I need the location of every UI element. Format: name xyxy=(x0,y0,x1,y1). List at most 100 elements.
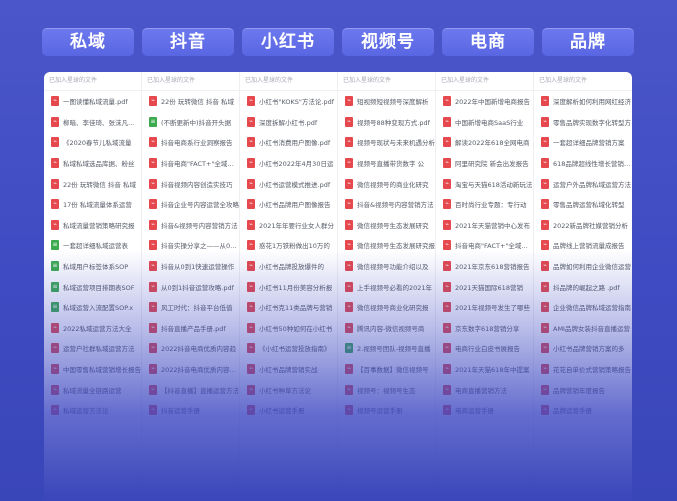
file-row[interactable]: ⌁ 小红书50种如何在小红书 xyxy=(240,318,337,339)
file-row[interactable]: ⌁ 抖音电商"FACT+"全域经营 xyxy=(142,153,239,174)
file-row[interactable]: ⌁ 《2020春节儿私域流量 xyxy=(44,132,141,153)
file-row[interactable]: ⌁ 抖音实操分享之——从0到1 xyxy=(142,235,239,256)
file-row[interactable]: ⌁ 深度解析如何利用网红经济 xyxy=(534,91,632,112)
file-row[interactable]: ⌁ 运营户外品牌私域运营方法 xyxy=(534,173,632,194)
file-row[interactable]: ⌁ 视频号运营手册 xyxy=(338,400,435,421)
file-row[interactable]: ≡ 一套超详细私域运营表 xyxy=(44,235,141,256)
file-row[interactable]: ⌁ 微信视频号生态发展研究报 xyxy=(338,235,435,256)
file-row[interactable]: ⌁ 视频号88种变现方式.pdf xyxy=(338,112,435,133)
file-row[interactable]: ⌁ 解读2022年618全网电商 xyxy=(436,132,533,153)
file-row[interactable]: ≡ 私域用户标签体系SOP xyxy=(44,256,141,277)
file-row[interactable]: ⌁ 小红书消费用户图像.pdf xyxy=(240,132,337,153)
file-row[interactable]: ⌁ 《小红书运营投放指南》 xyxy=(240,338,337,359)
file-row[interactable]: ⌁ 2021年京东618营销报告 xyxy=(436,256,533,277)
file-row[interactable]: ⌁ 私域流量营销策略研究报 xyxy=(44,215,141,236)
file-row[interactable]: ⌁ 惑花1万铁粉做出10万的 xyxy=(240,235,337,256)
file-row[interactable]: ⌁ 2021年年要行业女人群分 xyxy=(240,215,337,236)
file-row[interactable]: ⌁ 花花自单价式营销策略报告 xyxy=(534,359,632,380)
file-row[interactable]: ⌁ 抖音从0到1快速运营操作 xyxy=(142,256,239,277)
file-row[interactable]: ⌁ 2021年视频号发生了哪些 xyxy=(436,297,533,318)
file-row[interactable]: ⌁ 一套超详细品牌营销方案 xyxy=(534,132,632,153)
file-row[interactable]: ⌁ 17份 私域流量体系运营 xyxy=(44,194,141,215)
file-row[interactable]: ≡ (不断更新中)抖音开头据 xyxy=(142,112,239,133)
file-row[interactable]: ⌁ 一图读懂私域流量.pdf xyxy=(44,91,141,112)
file-row[interactable]: ⌁ 企业微信品牌私域运营指南 xyxy=(534,297,632,318)
file-row[interactable]: ⌁ 百时尚行业专题：专行动 xyxy=(436,194,533,215)
file-row[interactable]: ⌁ 从0到1抖音运营攻略.pdf xyxy=(142,276,239,297)
file-row[interactable]: ⌁ 小红书运营手册 xyxy=(240,400,337,421)
file-row[interactable]: ⌁ 小红书克11类品牌与营销 xyxy=(240,297,337,318)
tab-private-domain[interactable]: 私域 xyxy=(42,28,134,56)
file-row[interactable]: ⌁ 微信视频号功能介绍以及 xyxy=(338,256,435,277)
file-row[interactable]: ⌁ 小红书11月份美容分析报 xyxy=(240,276,337,297)
file-row[interactable]: ≡ 2.视频号团队-视频号直播 xyxy=(338,338,435,359)
file-row[interactable]: ⌁ 中国零售私域营销增长报告 xyxy=(44,359,141,380)
file-row[interactable]: ⌁ 风工时代：抖音平台低值 xyxy=(142,297,239,318)
file-row[interactable]: ⌁ 抖音视频内容创造实技巧 xyxy=(142,173,239,194)
file-row[interactable]: ⌁ 抖品牌的崛起之路 .pdf xyxy=(534,276,632,297)
file-row[interactable]: ⌁ 小红书品牌营销实战 xyxy=(240,359,337,380)
file-row[interactable]: ⌁ 小红书种草方法论 xyxy=(240,379,337,400)
file-row[interactable]: ⌁ 【抖音直播】直播运营方法 xyxy=(142,379,239,400)
file-row[interactable]: ⌁ 小红书"KOKS"方法论.pdf xyxy=(240,91,337,112)
tab-ecommerce[interactable]: 电商 xyxy=(442,28,534,56)
file-row[interactable]: ⌁ 阿里研究院 新会出发报告 xyxy=(436,153,533,174)
file-row[interactable]: ⌁ 视频号直播带货数字 公 xyxy=(338,153,435,174)
file-row[interactable]: ⌁ 22份 玩转微信 抖音 私域 xyxy=(44,173,141,194)
file-row[interactable]: ⌁ 品牌运营手册 xyxy=(534,400,632,421)
file-row[interactable]: ⌁ 抖音企业号内容运营全攻略 xyxy=(142,194,239,215)
file-row[interactable]: ⌁ 电商运营手册 xyxy=(436,400,533,421)
file-row[interactable]: ⌁ 视频号：视频号生态 xyxy=(338,379,435,400)
file-row[interactable]: ⌁ 品牌营销年度报告 xyxy=(534,379,632,400)
file-row[interactable]: ⌁ 中国新增电商SaaS行业 xyxy=(436,112,533,133)
file-row[interactable]: ⌁ 柳暗、李佳琦、张沫凡... xyxy=(44,112,141,133)
file-row[interactable]: ⌁ 【百事数据】微信视频号 xyxy=(338,359,435,380)
file-row[interactable]: ⌁ 小红书品牌投放爆件的 xyxy=(240,256,337,277)
file-row[interactable]: ⌁ 电商行业白皮书展报告 xyxy=(436,338,533,359)
file-row[interactable]: ⌁ 2022抖音电商优质内容趋势 xyxy=(142,359,239,380)
file-row[interactable]: ⌁ 618品牌超线性增长营销报告 xyxy=(534,153,632,174)
file-row[interactable]: ⌁ 微信视频号的商业化研究 xyxy=(338,173,435,194)
file-row[interactable]: ⌁ AMI品牌女装抖音直播运营 xyxy=(534,318,632,339)
file-row[interactable]: ⌁ 抖音电商系行业洞察报告 xyxy=(142,132,239,153)
file-row[interactable]: ⌁ 抖音直播产品手册.pdf xyxy=(142,318,239,339)
file-row[interactable]: ⌁ 短视频短视频号深度解析 xyxy=(338,91,435,112)
file-row[interactable]: ⌁ 2021天猫国际618营销 xyxy=(436,276,533,297)
file-row[interactable]: ⌁ 电商直播营销方法 xyxy=(436,379,533,400)
file-row[interactable]: ⌁ 2021年天猫营销中心发布 xyxy=(436,215,533,236)
file-row[interactable]: ⌁ 零售品牌运营私域化转型 xyxy=(534,194,632,215)
file-row[interactable]: ⌁ 抖音运营手册 xyxy=(142,400,239,421)
file-row[interactable]: ⌁ 2021年天猫618年中提案 xyxy=(436,359,533,380)
file-row[interactable]: ⌁ 抖音&视频号内容营销方法 xyxy=(142,215,239,236)
file-row[interactable]: ⌁ 2022年中国新增电商报告 xyxy=(436,91,533,112)
file-row[interactable]: ⌁ 小红书运营模式推进.pdf xyxy=(240,173,337,194)
file-row[interactable]: ⌁ 抖音电商"FACT+"全域经营 xyxy=(436,235,533,256)
file-row[interactable]: ≡ 私域运营入流配置SOP.x xyxy=(44,297,141,318)
file-row[interactable]: ⌁ 小红书品牌营销方案的多 xyxy=(534,338,632,359)
tab-brand[interactable]: 品牌 xyxy=(542,28,634,56)
file-row[interactable]: ⌁ 2022私域运营方法大全 xyxy=(44,318,141,339)
file-row[interactable]: ⌁ 上手视频号必看的2021年 xyxy=(338,276,435,297)
file-row[interactable]: ⌁ 腾讯内容-微信视频号商 xyxy=(338,318,435,339)
file-row[interactable]: ⌁ 微信视频号商业化研究报 xyxy=(338,297,435,318)
file-row[interactable]: ⌁ 深度拆解小红书.pdf xyxy=(240,112,337,133)
file-row[interactable]: ⌁ 微信视频号生态发展研究 xyxy=(338,215,435,236)
file-row[interactable]: ⌁ 2022抖音电商优质内容趋 xyxy=(142,338,239,359)
tab-xiaohongshu[interactable]: 小红书 xyxy=(242,28,334,56)
file-row[interactable]: ⌁ 京东数字618营销分享 xyxy=(436,318,533,339)
tab-video-channel[interactable]: 视频号 xyxy=(342,28,434,56)
file-row[interactable]: ⌁ 22份 玩转微信 抖音 私域 xyxy=(142,91,239,112)
file-row[interactable]: ⌁ 品牌线上营销流量成报告 xyxy=(534,235,632,256)
file-row[interactable]: ⌁ 小红书2022年4月30日运 xyxy=(240,153,337,174)
file-row[interactable]: ⌁ 2022新品牌社媒营销分析 xyxy=(534,215,632,236)
file-row[interactable]: ⌁ 私域流量全链路运营 xyxy=(44,379,141,400)
file-row[interactable]: ⌁ 淘宝与天猫618活动新玩法 xyxy=(436,173,533,194)
file-row[interactable]: ⌁ 零售品牌实现数字化转型方 xyxy=(534,112,632,133)
file-row[interactable]: ⌁ 品牌如何利用企业微信运营 xyxy=(534,256,632,277)
file-row[interactable]: ⌁ 私域私域选品库据、粉丝 xyxy=(44,153,141,174)
file-row[interactable]: ⌁ 小红书品牌用户图像报告 xyxy=(240,194,337,215)
file-row[interactable]: ≡ 私域运营项目排期表SOF xyxy=(44,276,141,297)
file-row[interactable]: ⌁ 视频号现状与未来机遇分析 xyxy=(338,132,435,153)
file-row[interactable]: ⌁ 运营户社群私域运营方法 xyxy=(44,338,141,359)
file-row[interactable]: ⌁ 私域运营方法论 xyxy=(44,400,141,421)
